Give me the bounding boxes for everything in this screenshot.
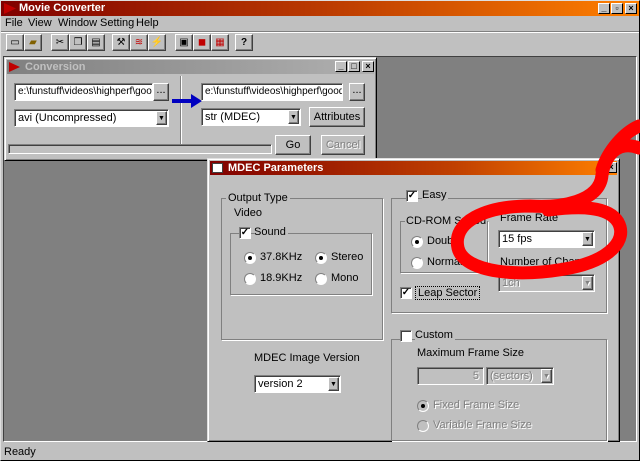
rate-high-label: 37.8KHz — [260, 251, 303, 263]
dest-format-select[interactable]: str (MDEC) ▼ — [201, 108, 301, 126]
stop-icon[interactable]: ◼ — [193, 34, 211, 51]
leap-sector-checkbox[interactable]: ✓ — [400, 287, 412, 299]
tools-icon[interactable]: ⚒ — [112, 34, 130, 51]
chevron-down-icon[interactable]: ▼ — [328, 377, 339, 391]
easy-checkbox[interactable]: ✓ — [406, 190, 418, 202]
convert-icon[interactable]: ≋ — [130, 34, 148, 51]
red-annotation-scribble — [450, 119, 640, 280]
version-label: MDEC Image Version — [254, 352, 360, 364]
stereo-radio[interactable] — [315, 252, 327, 264]
mono-label: Mono — [331, 272, 359, 284]
normal-radio[interactable] — [411, 257, 423, 269]
chevron-down-icon[interactable]: ▼ — [156, 111, 167, 125]
max-frame-unit-select[interactable]: (sectors) ▼ — [486, 367, 554, 385]
video-label: Video — [234, 207, 262, 219]
conversion-maximize-button[interactable]: □ — [348, 61, 360, 72]
new-icon[interactable]: ▭ — [6, 34, 24, 51]
source-browse-button[interactable]: ... — [153, 83, 169, 101]
dest-path-field[interactable]: e:\funstuff\videos\highperf\goodtim — [201, 83, 343, 101]
dest-browse-button[interactable]: ... — [349, 83, 365, 101]
mdec-window-icon — [212, 163, 223, 173]
double-radio[interactable] — [411, 236, 423, 248]
menu-setting[interactable]: Setting — [100, 16, 134, 30]
window-icon[interactable]: ▣ — [175, 34, 193, 51]
mdec-title: MDEC Parameters — [228, 162, 324, 174]
copy-icon[interactable]: ❐ — [69, 34, 87, 51]
menu-help[interactable]: Help — [136, 16, 159, 30]
stereo-label: Stereo — [331, 251, 364, 263]
sound-checkbox[interactable]: ✓ — [239, 227, 251, 239]
status-text: Ready — [4, 446, 36, 458]
main-title-bar[interactable]: Movie Converter _ ▫ × — [1, 1, 639, 16]
mono-radio[interactable] — [315, 273, 327, 285]
open-icon[interactable]: ▰ — [24, 34, 42, 51]
conversion-minimize-button[interactable]: _ — [335, 61, 347, 72]
menu-bar: File View Window Setting Help — [1, 16, 639, 30]
arrow-divider — [180, 76, 181, 146]
conversion-window-icon — [9, 62, 20, 72]
attributes-button[interactable]: Attributes — [309, 107, 365, 127]
fixed-frame-radio[interactable] — [417, 400, 429, 412]
menu-view[interactable]: View — [28, 16, 52, 30]
source-format-select[interactable]: avi (Uncompressed) ▼ — [14, 109, 169, 127]
menu-window[interactable]: Window — [58, 16, 97, 30]
max-frame-label: Maximum Frame Size — [417, 347, 524, 359]
conversion-close-button[interactable]: × — [362, 61, 374, 72]
rate-low-radio[interactable] — [244, 273, 256, 285]
leap-sector-label: Leap Sector — [415, 286, 481, 300]
rate-low-label: 18.9KHz — [260, 272, 303, 284]
sound-label: Sound — [254, 226, 288, 238]
custom-label: Custom — [415, 329, 455, 341]
restore-button[interactable]: ▫ — [611, 3, 623, 14]
fixed-frame-label: Fixed Frame Size — [433, 399, 520, 411]
source-path-field[interactable]: e:\funstuff\videos\highperf\goodb — [14, 83, 153, 101]
progress-bar — [8, 144, 272, 154]
sound-group — [230, 233, 372, 295]
variable-frame-radio[interactable] — [417, 420, 429, 432]
cancel-button[interactable]: Cancel — [321, 135, 365, 155]
output-type-label: Output Type — [226, 192, 290, 204]
app-title: Movie Converter — [19, 2, 106, 14]
conversion-title: Conversion — [25, 61, 86, 73]
cut-icon[interactable]: ✂ — [51, 34, 69, 51]
status-bar: Ready — [1, 444, 639, 460]
convert-arrow-icon — [172, 94, 202, 108]
help-icon[interactable]: ? — [235, 34, 253, 51]
custom-checkbox[interactable] — [400, 330, 412, 342]
conversion-title-bar[interactable]: Conversion _ □ × — [7, 60, 374, 74]
app-logo-icon — [4, 3, 16, 14]
minimize-button[interactable]: _ — [598, 3, 610, 14]
dest-format-value: str (MDEC) — [205, 111, 260, 123]
variable-frame-label: Variable Frame Size — [433, 419, 532, 431]
max-frame-field[interactable]: 5 — [417, 367, 484, 385]
toolbar: ▭ ▰ ✂ ❐ ▤ ⚒ ≋ ⚡ ▣ ◼ ▦ ? — [1, 31, 639, 55]
menu-file[interactable]: File — [5, 16, 23, 30]
chevron-down-icon[interactable]: ▼ — [541, 369, 552, 383]
source-format-value: avi (Uncompressed) — [18, 112, 117, 124]
close-button[interactable]: × — [625, 3, 637, 14]
batch-icon[interactable]: ▦ — [211, 34, 229, 51]
version-select[interactable]: version 2 ▼ — [254, 375, 341, 393]
red-tool-icon[interactable]: ⚡ — [148, 34, 166, 51]
chevron-down-icon[interactable]: ▼ — [288, 110, 299, 124]
paste-icon[interactable]: ▤ — [87, 34, 105, 51]
go-button[interactable]: Go — [275, 135, 311, 155]
conversion-window: Conversion _ □ × e:\funstuff\videos\high… — [4, 57, 377, 161]
version-value: version 2 — [258, 378, 303, 390]
max-frame-unit: (sectors) — [490, 370, 533, 382]
rate-high-radio[interactable] — [244, 252, 256, 264]
max-frame-value: 5 — [472, 370, 479, 382]
